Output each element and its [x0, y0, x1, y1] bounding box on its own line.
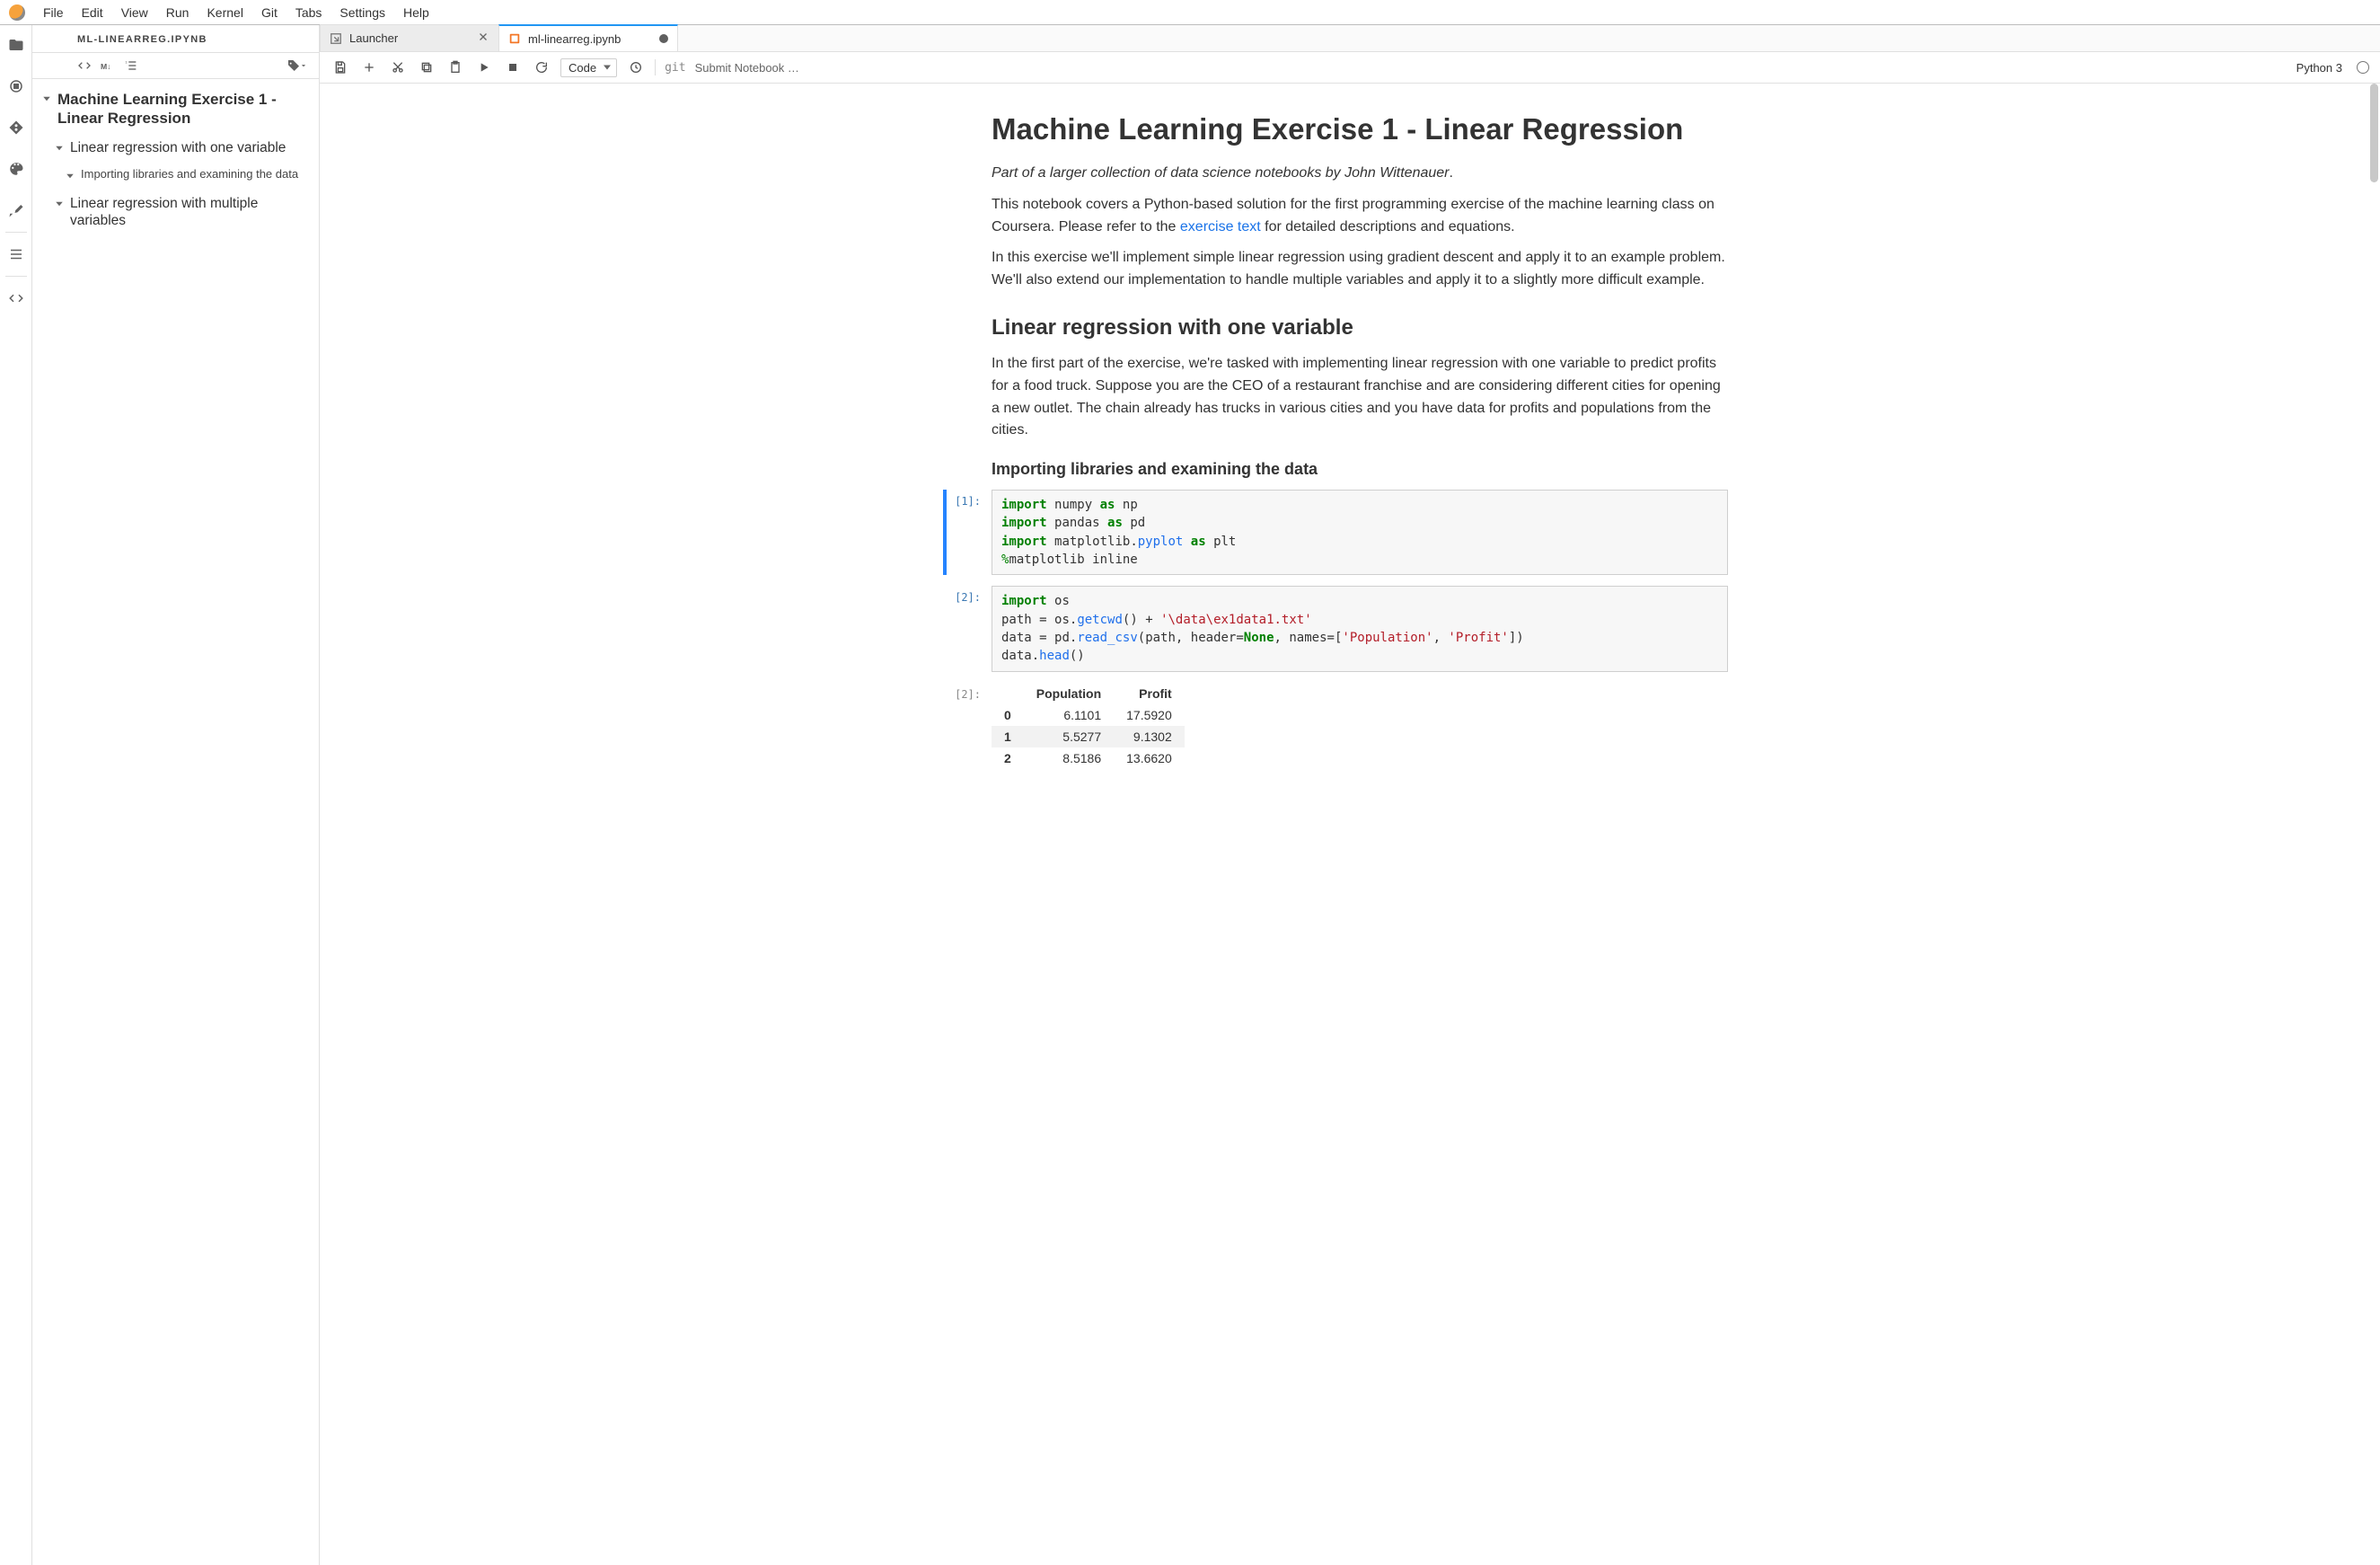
cell-prompt: [2]: — [950, 591, 988, 604]
chevron-down-icon — [54, 143, 65, 156]
outline-list: Machine Learning Exercise 1 - Linear Reg… — [32, 79, 319, 244]
notebook-toolbar: Code git Submit Notebook … Python 3 — [320, 52, 2380, 84]
outline-panel: ML-LINEARREG.IPYNB M↓ 1 — [32, 25, 320, 1565]
chevron-down-icon — [41, 93, 52, 107]
toolbar-git-label[interactable]: git — [665, 61, 685, 75]
scrollbar-thumb[interactable] — [2370, 84, 2378, 182]
page-title: Machine Learning Exercise 1 - Linear Reg… — [992, 112, 1728, 146]
toc-label: Linear regression with multiple variable… — [70, 195, 306, 230]
menu-view[interactable]: View — [112, 2, 157, 23]
menu-file[interactable]: File — [34, 2, 73, 23]
tab-label: ml-linearreg.ipynb — [528, 32, 652, 46]
code-cell-1[interactable]: [1]: import numpy as np import pandas as… — [992, 490, 1728, 575]
save-icon[interactable] — [331, 57, 350, 77]
close-icon[interactable] — [477, 31, 489, 46]
menu-kernel[interactable]: Kernel — [198, 2, 251, 23]
rail-code-snippets-icon[interactable] — [4, 286, 29, 311]
code-cell-2[interactable]: [2]: import os path = os.getcwd() + '\da… — [992, 586, 1728, 671]
dirty-indicator-icon — [659, 34, 668, 43]
open-terminal-icon[interactable] — [626, 57, 646, 77]
tabbar: Launcher ml-linearreg.ipynb — [320, 25, 2380, 52]
run-icon[interactable] — [474, 57, 494, 77]
paragraph: In this exercise we'll implement simple … — [992, 247, 1728, 292]
cell-type-select[interactable]: Code — [560, 58, 617, 77]
markdown-cell[interactable]: Machine Learning Exercise 1 - Linear Reg… — [992, 112, 1728, 479]
kernel-name[interactable]: Python 3 — [2296, 61, 2342, 75]
table-header: Population — [1024, 683, 1114, 704]
activity-bar — [0, 25, 32, 1565]
paragraph: In the first part of the exercise, we're… — [992, 353, 1728, 442]
menu-settings[interactable]: Settings — [331, 2, 394, 23]
output-prompt: [2]: — [950, 688, 988, 701]
output-cell-2: [2]: Population Profit — [992, 683, 1728, 769]
menu-git[interactable]: Git — [252, 2, 286, 23]
section-heading: Linear regression with one variable — [992, 315, 1728, 340]
outline-tag-icon[interactable] — [286, 58, 308, 73]
menu-tabs[interactable]: Tabs — [286, 2, 331, 23]
rail-wrench-icon[interactable] — [4, 198, 29, 223]
add-cell-icon[interactable] — [359, 57, 379, 77]
tab-launcher[interactable]: Launcher — [320, 24, 499, 51]
rail-palette-icon[interactable] — [4, 156, 29, 181]
table-row: 0 6.1101 17.5920 — [992, 704, 1185, 726]
svg-text:1: 1 — [125, 59, 128, 64]
rail-git-icon[interactable] — [4, 115, 29, 140]
outline-code-toggle-icon[interactable] — [77, 58, 92, 73]
chevron-down-icon — [65, 171, 75, 184]
launcher-icon — [330, 32, 342, 45]
table-header: Profit — [1114, 683, 1185, 704]
subtitle: Part of a larger collection of data scie… — [992, 165, 1449, 181]
tab-notebook[interactable]: ml-linearreg.ipynb — [498, 24, 678, 51]
table-row: 1 5.5277 9.1302 — [992, 726, 1185, 747]
outline-markdown-toggle-icon[interactable]: M↓ — [101, 58, 115, 73]
toc-item-h2a[interactable]: Linear regression with one variable — [50, 134, 310, 162]
code-editor[interactable]: import numpy as np import pandas as pd i… — [992, 490, 1728, 575]
code-editor[interactable]: import os path = os.getcwd() + '\data\ex… — [992, 586, 1728, 671]
subsection-heading: Importing libraries and examining the da… — [992, 460, 1728, 479]
chevron-down-icon — [54, 199, 65, 212]
outline-numbering-icon[interactable]: 1 — [124, 58, 138, 73]
stop-icon[interactable] — [503, 57, 523, 77]
toc-label: Linear regression with one variable — [70, 139, 286, 156]
menu-edit[interactable]: Edit — [73, 2, 112, 23]
svg-text:M↓: M↓ — [101, 62, 111, 71]
cell-prompt: [1]: — [950, 495, 988, 508]
toc-label: Machine Learning Exercise 1 - Linear Reg… — [57, 90, 306, 128]
paragraph: This notebook covers a Python-based solu… — [992, 194, 1728, 239]
paste-icon[interactable] — [445, 57, 465, 77]
menubar: File Edit View Run Kernel Git Tabs Setti… — [0, 0, 2380, 25]
toc-item-h3[interactable]: Importing libraries and examining the da… — [61, 162, 310, 190]
menu-run[interactable]: Run — [157, 2, 198, 23]
toc-label: Importing libraries and examining the da… — [81, 167, 298, 181]
copy-icon[interactable] — [417, 57, 436, 77]
toc-item-h2b[interactable]: Linear regression with multiple variable… — [50, 190, 310, 235]
main-area: Launcher ml-linearreg.ipynb — [320, 25, 2380, 1565]
submit-notebook-button[interactable]: Submit Notebook … — [695, 61, 799, 75]
jupyter-logo-icon — [9, 4, 25, 21]
cut-icon[interactable] — [388, 57, 408, 77]
kernel-status-icon[interactable] — [2357, 61, 2369, 74]
rail-folder-icon[interactable] — [4, 32, 29, 57]
active-cell-indicator — [943, 490, 947, 575]
exercise-text-link[interactable]: exercise text — [1180, 219, 1261, 234]
rail-running-icon[interactable] — [4, 74, 29, 99]
rail-toc-icon[interactable] — [4, 242, 29, 267]
restart-icon[interactable] — [532, 57, 551, 77]
dataframe-table: Population Profit 0 6.1101 17.5920 — [992, 683, 1185, 769]
table-corner — [992, 683, 1024, 704]
notebook-scroll[interactable]: Machine Learning Exercise 1 - Linear Reg… — [320, 84, 2380, 1565]
outline-toolbar: M↓ 1 — [32, 53, 319, 79]
toc-item-h1[interactable]: Machine Learning Exercise 1 - Linear Reg… — [38, 84, 310, 134]
table-row: 2 8.5186 13.6620 — [992, 747, 1185, 769]
outline-title: ML-LINEARREG.IPYNB — [32, 25, 319, 53]
notebook-icon — [508, 32, 521, 45]
menu-help[interactable]: Help — [394, 2, 438, 23]
tab-label: Launcher — [349, 31, 470, 45]
